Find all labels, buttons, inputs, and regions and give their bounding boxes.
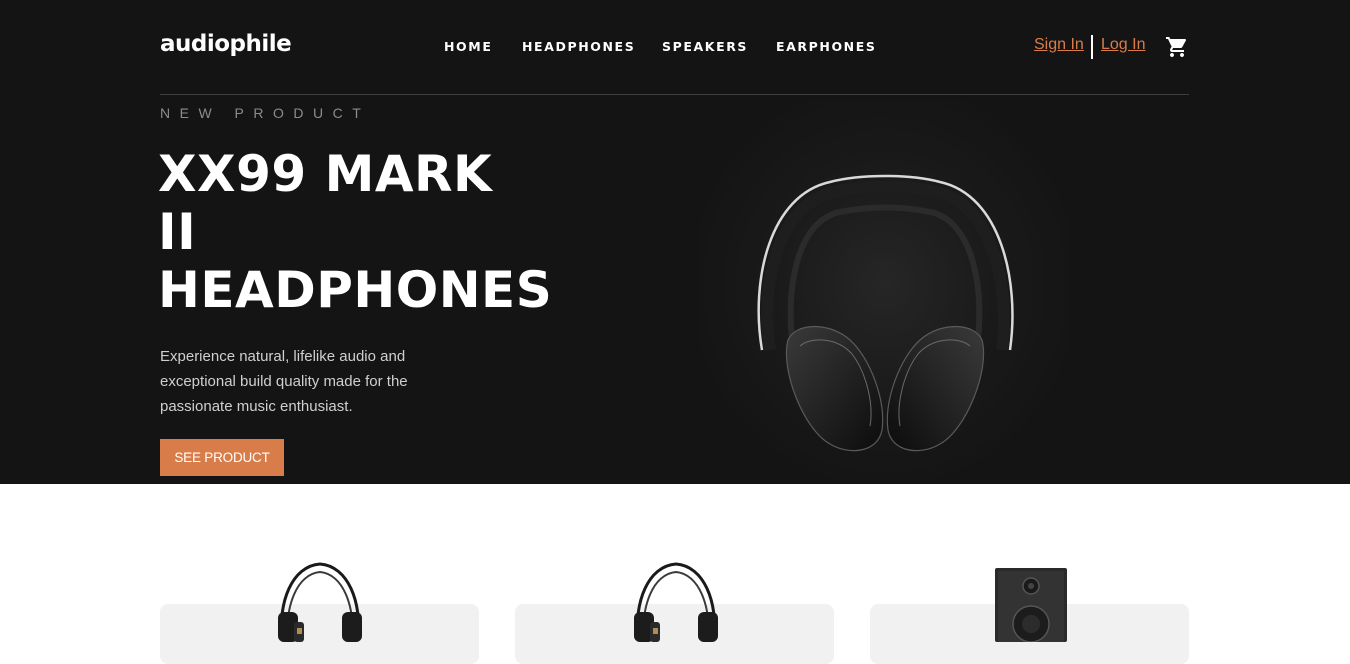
hero-title-line-1: XX99 MARK: [158, 145, 493, 203]
hero-title: XX99 MARK II HEADPHONES: [158, 145, 558, 319]
overline-text: NEW PRODUCT: [160, 105, 371, 121]
headphones-thumbnail: [634, 562, 718, 642]
auth-divider: [1091, 35, 1093, 59]
header-divider: [160, 94, 1189, 95]
headphones-image: [700, 100, 1070, 484]
hero-title-line-3: HEADPHONES: [158, 261, 553, 319]
see-product-button[interactable]: SEE PRODUCT: [160, 439, 284, 476]
category-section: [0, 484, 1350, 664]
log-in-link[interactable]: Log In: [1101, 36, 1145, 54]
hero-description: Experience natural, lifelike audio and e…: [160, 348, 408, 415]
cart-icon[interactable]: [1165, 35, 1189, 59]
nav-home[interactable]: HOME: [444, 39, 504, 54]
speaker-thumbnail: [995, 568, 1067, 642]
sign-in-link[interactable]: Sign In: [1034, 36, 1084, 54]
logo[interactable]: audiophile: [160, 31, 292, 57]
hero-title-line-2: II: [158, 203, 197, 261]
headphones-thumbnail: [278, 562, 362, 642]
nav-headphones[interactable]: HEADPHONES: [522, 39, 642, 54]
nav-speakers[interactable]: SPEAKERS: [662, 39, 762, 54]
hero-section: audiophile HOME HEADPHONES SPEAKERS EARP…: [0, 0, 1350, 484]
nav-earphones[interactable]: EARPHONES: [776, 39, 886, 54]
